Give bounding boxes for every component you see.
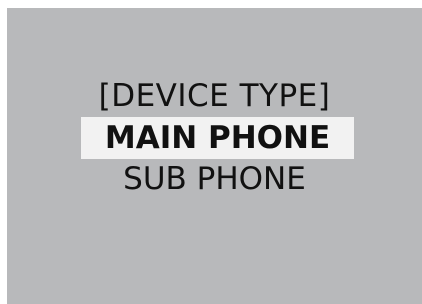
menu-item-main-phone[interactable]: MAIN PHONE	[81, 117, 354, 159]
menu-item-sub-phone[interactable]: SUB PHONE	[7, 159, 422, 199]
menu-title: [DEVICE TYPE]	[98, 78, 331, 114]
device-type-screen: [DEVICE TYPE] MAIN PHONE SUB PHONE	[7, 8, 422, 304]
